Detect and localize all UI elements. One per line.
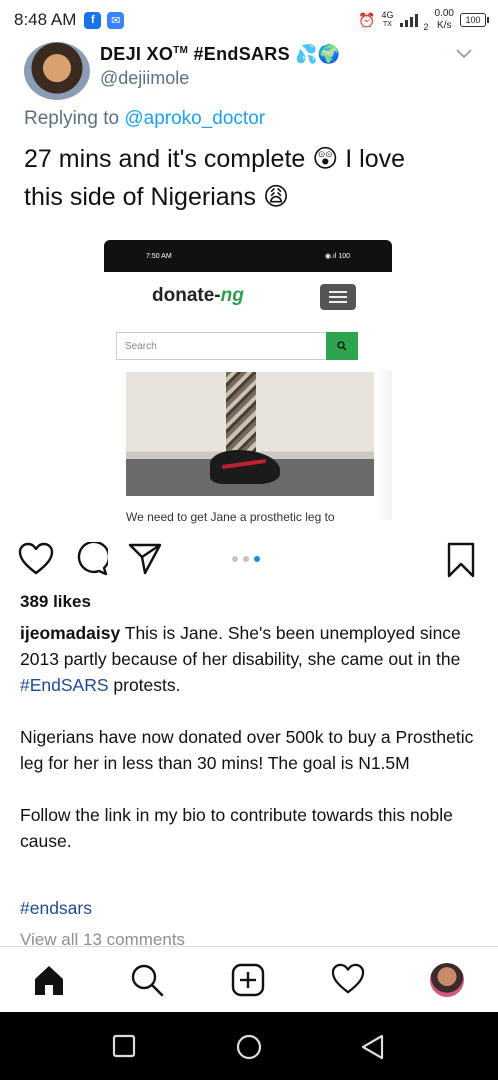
sim-slot: 2	[423, 22, 429, 32]
embed-caption: We need to get Jane a prosthetic leg to	[126, 510, 335, 524]
facebook-notification-icon: f	[84, 11, 102, 29]
donate-ng-logo: donate-ng	[152, 285, 244, 306]
android-navigation-bar	[0, 1012, 498, 1080]
replying-mention-link[interactable]: @aproko_doctor	[124, 108, 265, 129]
tweet-display-name[interactable]: DEJI XOTM #EndSARS 💦🌍	[100, 44, 341, 65]
post-action-bar	[0, 540, 498, 584]
hashtag-link[interactable]: #endsars	[20, 898, 92, 919]
bottom-navigation	[0, 946, 498, 1012]
heart-icon[interactable]	[18, 542, 54, 581]
comment-icon[interactable]	[74, 540, 111, 581]
prosthetic-leg-photo	[126, 372, 374, 496]
post-caption: ijeomadaisy This is Jane. She's been une…	[20, 620, 482, 880]
caption-paragraph: Follow the link in my bio to contribute …	[20, 805, 453, 851]
caption-hashtag-link[interactable]: #EndSARS	[20, 675, 109, 695]
network-type: 4G TX	[381, 10, 394, 28]
tweet-text: 27 mins and it's complete 😲 I love this …	[24, 145, 406, 211]
recents-square-icon[interactable]	[112, 1034, 136, 1063]
status-right: ⏰ 4G TX 2 0.00 K/s 100	[358, 8, 489, 32]
alarm-icon: ⏰	[358, 11, 376, 28]
carousel-dot	[232, 556, 238, 562]
hamburger-menu-icon	[320, 284, 356, 310]
caption-paragraph: Nigerians have now donated over 500k to …	[20, 727, 474, 773]
profile-avatar[interactable]	[430, 963, 464, 997]
status-time: 8:48 AM	[14, 10, 77, 29]
embed-status-bar: 7:50 AM ◉.ıl 100	[104, 240, 392, 272]
search-icon[interactable]	[130, 963, 164, 1002]
activity-heart-icon[interactable]	[331, 963, 365, 1000]
donate-header: donate-ng	[104, 272, 392, 330]
network-speed: 0.00 K/s	[434, 8, 454, 31]
status-bar: 8:48 AM f ✉ ⏰ 4G TX 2 0.00 K/s 100	[0, 0, 498, 40]
replying-to: Replying to @aproko_doctor	[24, 108, 266, 129]
send-icon[interactable]	[128, 542, 162, 581]
signal-icon	[399, 13, 418, 27]
messenger-notification-icon: ✉	[107, 11, 125, 29]
embedded-screenshot: 7:50 AM ◉.ıl 100 donate-ng Search We nee…	[104, 240, 392, 528]
bookmark-icon[interactable]	[446, 542, 476, 583]
home-circle-icon[interactable]	[236, 1034, 262, 1065]
chevron-down-icon[interactable]	[456, 46, 472, 64]
tweet-handle[interactable]: @dejiimole	[100, 68, 189, 89]
add-post-icon[interactable]	[231, 963, 265, 1002]
view-all-comments-link[interactable]: View all 13 comments	[20, 930, 185, 946]
battery-icon: 100	[460, 13, 489, 27]
carousel-indicator	[232, 556, 260, 562]
embed-search-icon	[326, 332, 358, 360]
caption-paragraph: ijeomadaisy This is Jane. She's been une…	[20, 623, 461, 695]
embed-search-input: Search	[116, 332, 326, 360]
carousel-dot	[243, 556, 249, 562]
home-icon[interactable]	[32, 963, 66, 1002]
likes-count[interactable]: 389 likes	[20, 592, 91, 612]
tweet-avatar[interactable]	[24, 42, 90, 100]
embedded-tweet: DEJI XOTM #EndSARS 💦🌍 @dejiimole Replyin…	[0, 40, 498, 540]
carousel-dot-active	[254, 556, 260, 562]
embed-search-bar: Search	[116, 332, 358, 360]
back-triangle-icon[interactable]	[360, 1034, 386, 1065]
caption-username[interactable]: ijeomadaisy	[20, 623, 120, 643]
